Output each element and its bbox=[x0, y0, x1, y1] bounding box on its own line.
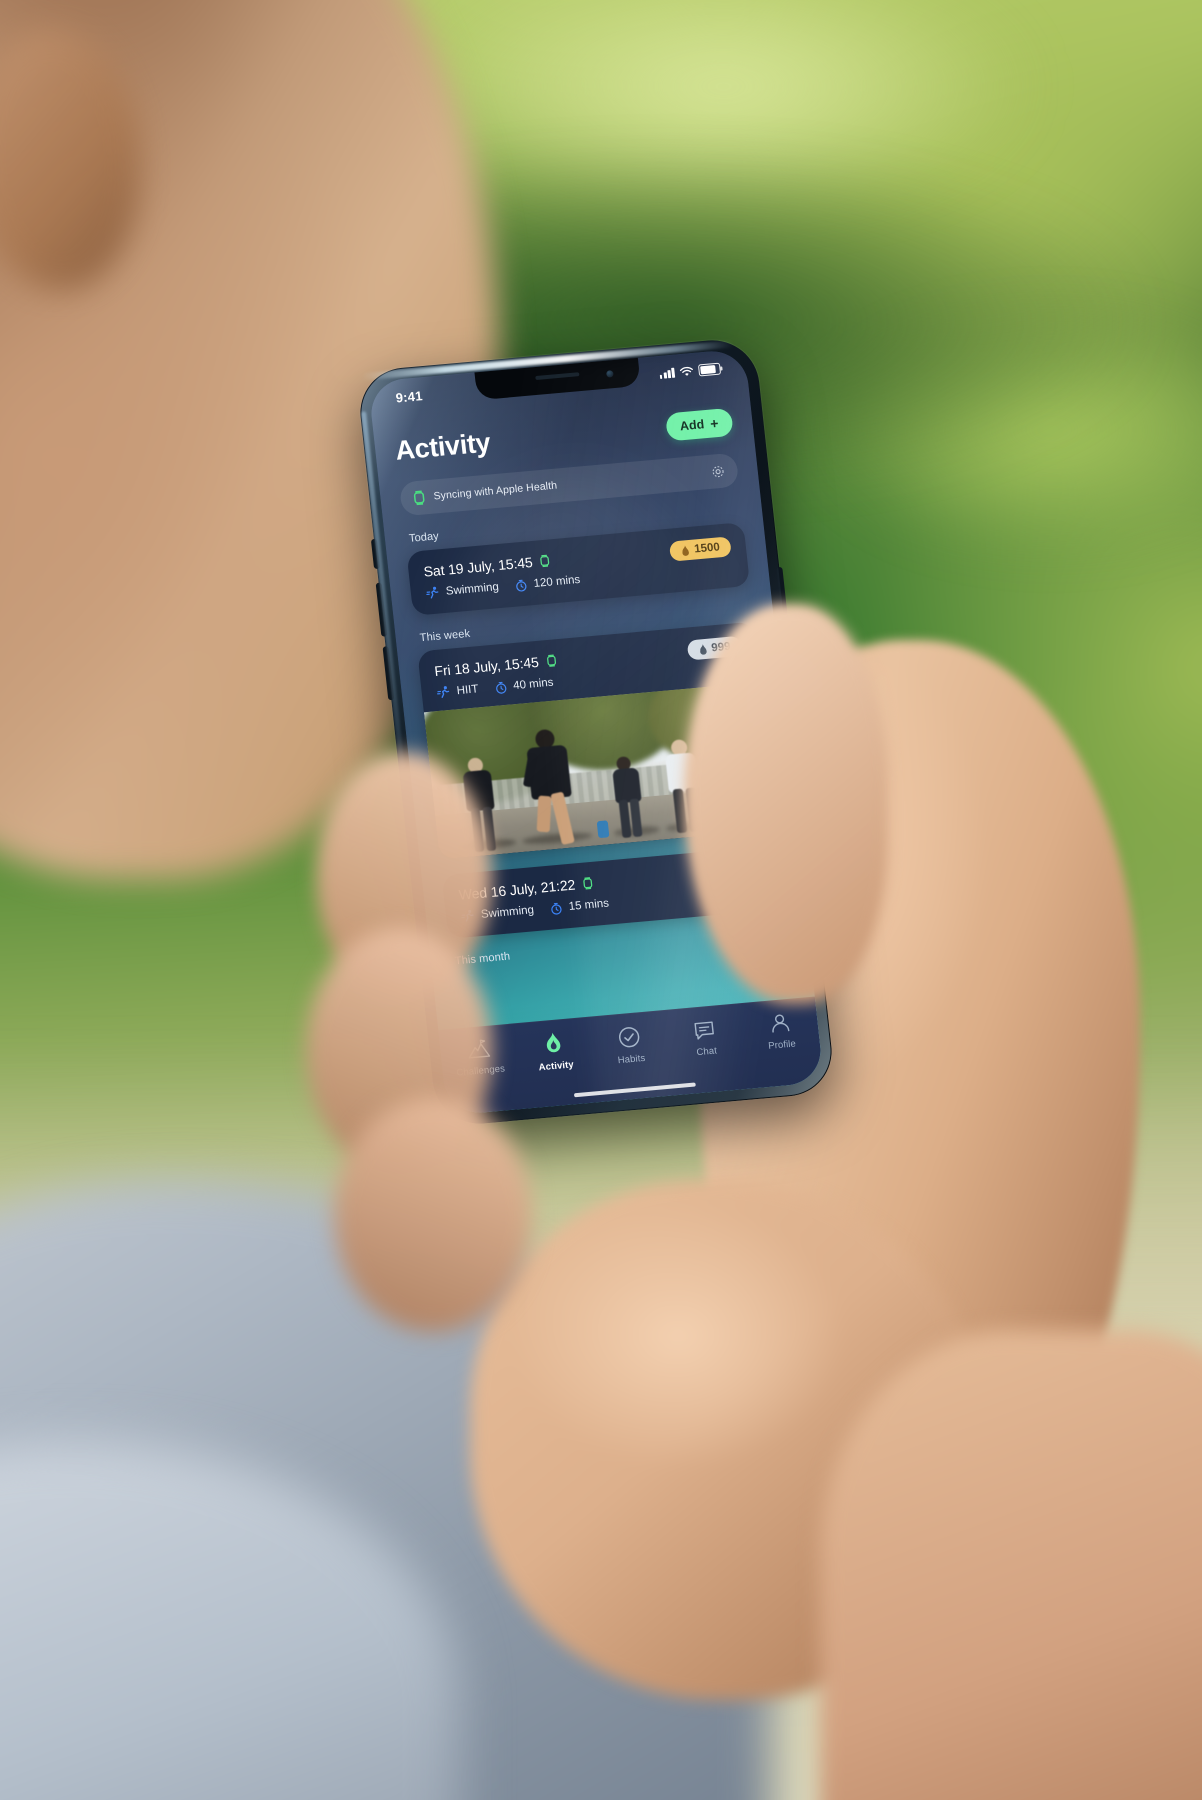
battery-icon bbox=[697, 362, 722, 377]
add-button-label: Add bbox=[679, 416, 705, 433]
calorie-badge: 1500 bbox=[669, 536, 732, 562]
tab-challenges[interactable]: Challenges bbox=[446, 1036, 512, 1079]
flame-icon bbox=[700, 643, 707, 655]
apple-watch-icon bbox=[583, 877, 593, 890]
hand-thumbnail bbox=[746, 654, 832, 766]
calorie-badge-value: 1500 bbox=[693, 541, 721, 556]
activity-duration-text: 15 mins bbox=[568, 897, 610, 914]
hand-wrist bbox=[820, 1330, 1202, 1800]
flame-icon bbox=[682, 544, 690, 556]
person-icon bbox=[772, 1014, 790, 1033]
photo-person bbox=[511, 726, 596, 852]
activity-duration: 40 mins bbox=[494, 676, 554, 694]
activity-type-text: Swimming bbox=[445, 581, 500, 598]
activity-date-text: Fri 18 July, 15:45 bbox=[433, 653, 540, 680]
stopwatch-icon bbox=[551, 902, 562, 915]
apple-watch-icon bbox=[413, 490, 425, 506]
page-title: Activity bbox=[393, 427, 492, 466]
activity-duration-text: 40 mins bbox=[512, 676, 555, 693]
activity-duration: 120 mins bbox=[514, 573, 581, 592]
apple-watch-icon bbox=[546, 654, 556, 667]
running-icon bbox=[426, 586, 439, 599]
flame-icon bbox=[547, 1032, 561, 1053]
stopwatch-icon bbox=[516, 579, 527, 592]
tab-profile[interactable]: Profile bbox=[748, 1009, 814, 1053]
tab-label: Profile bbox=[767, 1038, 797, 1052]
activity-duration: 15 mins bbox=[549, 897, 610, 915]
apple-watch-icon bbox=[540, 554, 550, 568]
running-icon bbox=[461, 909, 474, 922]
photo-person bbox=[451, 755, 515, 855]
tab-habits[interactable]: Habits bbox=[597, 1023, 663, 1068]
sync-text: Syncing with Apple Health bbox=[432, 479, 558, 503]
speech-bubble-icon bbox=[694, 1021, 714, 1040]
status-time: 9:41 bbox=[394, 387, 424, 406]
sync-banner[interactable]: Syncing with Apple Health bbox=[398, 452, 740, 517]
activity-type: Swimming bbox=[460, 903, 535, 923]
activity-date-text: Wed 16 July, 21:22 bbox=[457, 876, 576, 903]
photo-scene: 9:41 Activity Add + Syncing with Apple H… bbox=[0, 0, 1202, 1800]
photo-person bbox=[602, 754, 657, 842]
stopwatch-icon bbox=[495, 681, 507, 694]
activity-duration-text: 120 mins bbox=[533, 573, 581, 590]
check-circle-icon bbox=[618, 1027, 640, 1048]
wifi-icon bbox=[679, 366, 693, 376]
tab-label: Chat bbox=[695, 1045, 718, 1059]
activity-type-text: Swimming bbox=[480, 904, 535, 921]
activity-type: HIIT bbox=[436, 682, 479, 700]
cellular-signal-icon bbox=[659, 367, 676, 379]
tab-label: Habits bbox=[617, 1052, 646, 1067]
activity-type: Swimming bbox=[425, 580, 499, 600]
running-icon bbox=[437, 686, 450, 698]
photo-water-bottle bbox=[596, 820, 610, 839]
gear-icon[interactable] bbox=[710, 463, 727, 479]
plus-icon: + bbox=[709, 414, 720, 432]
mountain-flag-icon bbox=[468, 1039, 490, 1059]
activity-date-text: Sat 19 July, 15:45 bbox=[422, 554, 534, 580]
tab-label: Challenges bbox=[455, 1063, 506, 1079]
activity-type-text: HIIT bbox=[456, 683, 480, 698]
tab-chat[interactable]: Chat bbox=[672, 1016, 738, 1060]
add-button[interactable]: Add + bbox=[664, 407, 734, 442]
tab-label: Activity bbox=[538, 1059, 575, 1074]
tab-activity[interactable]: Activity bbox=[522, 1029, 588, 1074]
